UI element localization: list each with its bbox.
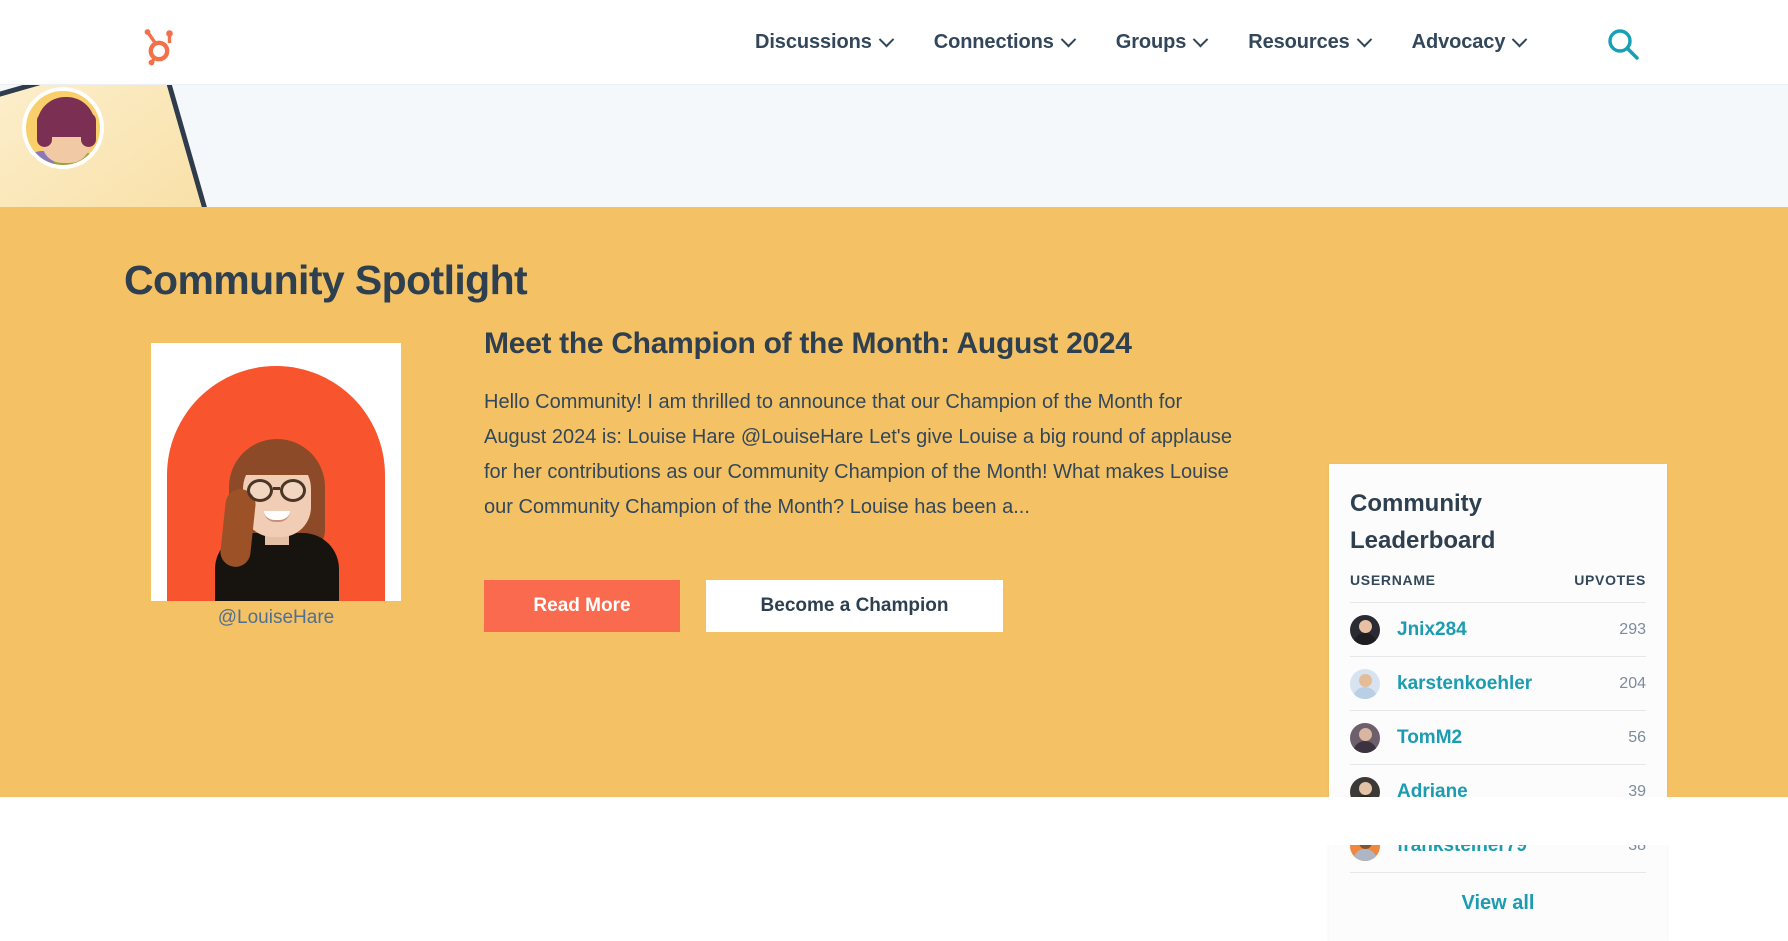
champion-photo [151, 343, 401, 601]
avatar-head [1358, 781, 1372, 795]
nav-item-groups[interactable]: Groups [1115, 31, 1209, 54]
chevron-down-icon [1512, 31, 1528, 48]
avatar-shoulders [1353, 740, 1377, 753]
table-row[interactable]: TomM2 56 [1350, 710, 1646, 764]
avatar [1350, 614, 1380, 645]
column-header-username: USERNAME [1350, 572, 1436, 588]
leaderboard-column-headers: USERNAME UPVOTES [1350, 572, 1646, 588]
champion-handle[interactable]: @LouiseHare [151, 607, 401, 629]
avatar-head [1358, 727, 1372, 741]
search-icon [1608, 29, 1639, 60]
avatar [1350, 668, 1380, 699]
hero-avatar-illustration [22, 87, 104, 169]
nav-label: Resources [1248, 31, 1350, 53]
leaderboard-upvotes: 293 [1619, 620, 1646, 638]
leaderboard-title: Community Leaderboard [1350, 490, 1496, 554]
nav-label: Discussions [755, 31, 872, 53]
nav-label: Advocacy [1411, 31, 1506, 53]
avatar-shoulders [1353, 632, 1377, 645]
become-a-champion-button[interactable]: Become a Champion [706, 580, 1003, 632]
primary-navigation: Discussions Connections Groups Resources… [755, 0, 1528, 85]
hubspot-sprocket-logo[interactable] [136, 22, 180, 66]
page-title: Community Spotlight [124, 257, 528, 303]
hero-avatar-hair-right [81, 113, 96, 147]
read-more-button[interactable]: Read More [484, 580, 680, 632]
nav-item-discussions[interactable]: Discussions [755, 31, 895, 54]
nav-item-advocacy[interactable]: Advocacy [1411, 31, 1528, 54]
leaderboard-username[interactable]: TomM2 [1397, 727, 1628, 749]
avatar-head [1358, 619, 1372, 633]
column-header-upvotes: UPVOTES [1574, 572, 1646, 588]
leaderboard-upvotes: 204 [1619, 674, 1646, 692]
hero-avatar-hair-left [37, 113, 52, 147]
leaderboard-footer: View all [1350, 872, 1646, 915]
nav-item-resources[interactable]: Resources [1248, 31, 1372, 54]
avatar-shoulders [1353, 848, 1377, 861]
article-title: Meet the Champion of the Month: August 2… [484, 327, 1132, 360]
leaderboard-upvotes: 56 [1628, 728, 1646, 746]
chevron-down-icon [878, 31, 895, 48]
nav-label: Groups [1115, 31, 1187, 53]
chevron-down-icon [1192, 31, 1209, 48]
table-row[interactable]: Jnix284 293 [1350, 602, 1646, 656]
community-spotlight-section: Community Spotlight @LouiseHare Meet the… [0, 207, 1788, 941]
table-row[interactable]: karstenkoehler 204 [1350, 656, 1646, 710]
nav-label: Connections [933, 31, 1054, 53]
site-header: Discussions Connections Groups Resources… [0, 0, 1788, 85]
hero-illustration-band [0, 85, 1788, 207]
leaderboard-username[interactable]: Jnix284 [1397, 619, 1619, 641]
community-leaderboard-card: Community Leaderboard USERNAME UPVOTES J… [1329, 464, 1667, 941]
article-excerpt: Hello Community! I am thrilled to announ… [484, 391, 1232, 518]
chevron-down-icon [1060, 31, 1077, 48]
nav-item-connections[interactable]: Connections [933, 31, 1077, 54]
page-footer-area [0, 797, 1788, 845]
spotlight-action-buttons: Read More Become a Champion [484, 580, 1003, 632]
search-button[interactable] [1605, 26, 1641, 62]
sprocket-icon [144, 29, 173, 66]
avatar-head [1358, 673, 1372, 687]
portrait-hair-fringe [237, 445, 317, 475]
leaderboard-username[interactable]: karstenkoehler [1397, 673, 1619, 695]
avatar [1350, 722, 1380, 753]
view-all-link[interactable]: View all [1461, 892, 1534, 914]
portrait-glasses-left [247, 479, 273, 502]
avatar-shoulders [1353, 686, 1377, 699]
champion-portrait [207, 435, 347, 601]
portrait-glasses-right [280, 479, 306, 502]
chevron-down-icon [1356, 31, 1372, 48]
portrait-glasses-bridge [273, 487, 280, 490]
